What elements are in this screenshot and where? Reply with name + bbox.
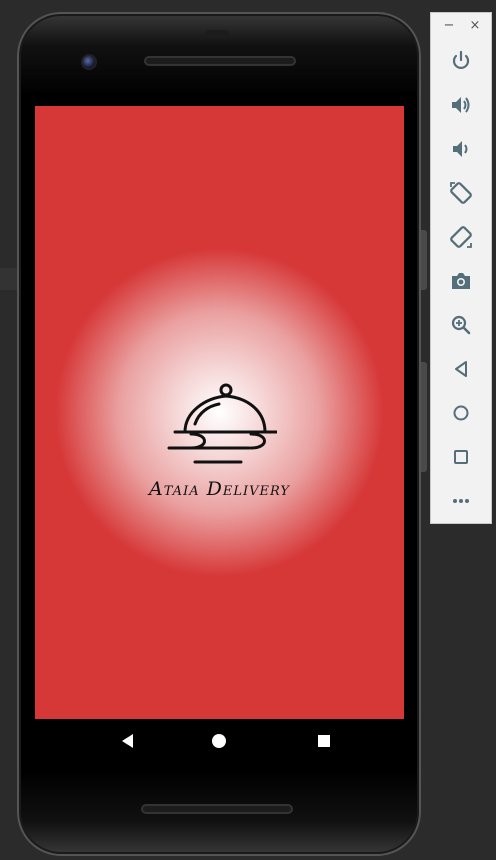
proximity-sensor <box>205 30 229 38</box>
toolbar-home-button[interactable] <box>447 399 475 427</box>
toolbar-window-controls: − × <box>431 17 493 37</box>
earpiece-speaker <box>144 56 296 66</box>
rotate-left-button[interactable] <box>447 179 475 207</box>
front-camera-icon <box>83 56 95 68</box>
emulator-phone-frame: Ataia Delivery <box>17 12 427 856</box>
desktop: Ataia Delivery − × <box>0 0 496 860</box>
rotate-left-icon <box>450 182 472 204</box>
toolbar-overview-button[interactable] <box>447 443 475 471</box>
emulator-toolbar: − × <box>430 12 492 524</box>
more-icon <box>453 499 469 503</box>
bottom-speaker <box>141 804 293 814</box>
more-button[interactable] <box>447 487 475 515</box>
toolbar-back-button[interactable] <box>447 355 475 383</box>
home-icon <box>453 405 469 421</box>
overview-icon <box>454 450 468 464</box>
phone-power-button[interactable] <box>421 230 427 290</box>
back-icon <box>455 361 467 377</box>
nav-recents-icon[interactable] <box>315 732 333 750</box>
camera-icon <box>452 273 470 289</box>
minimize-button[interactable]: − <box>441 17 457 35</box>
screenshot-button[interactable] <box>447 267 475 295</box>
volume-down-button[interactable] <box>447 135 475 163</box>
zoom-icon <box>451 315 471 335</box>
zoom-button[interactable] <box>447 311 475 339</box>
close-button[interactable]: × <box>467 17 483 35</box>
nav-home-icon[interactable] <box>210 732 228 750</box>
splash-screen[interactable]: Ataia Delivery <box>35 106 404 719</box>
volume-down-icon <box>453 141 468 157</box>
volume-up-button[interactable] <box>447 91 475 119</box>
android-nav-bar <box>35 719 404 761</box>
rotate-right-button[interactable] <box>447 223 475 251</box>
brand-name: Ataia Delivery <box>149 478 290 500</box>
rotate-right-icon <box>450 226 472 248</box>
nav-back-icon[interactable] <box>119 732 137 750</box>
volume-up-icon <box>452 97 470 113</box>
power-icon <box>452 50 470 69</box>
phone-volume-button[interactable] <box>421 362 427 472</box>
food-cloche-logo-icon <box>167 383 277 464</box>
power-button[interactable] <box>447 47 475 75</box>
